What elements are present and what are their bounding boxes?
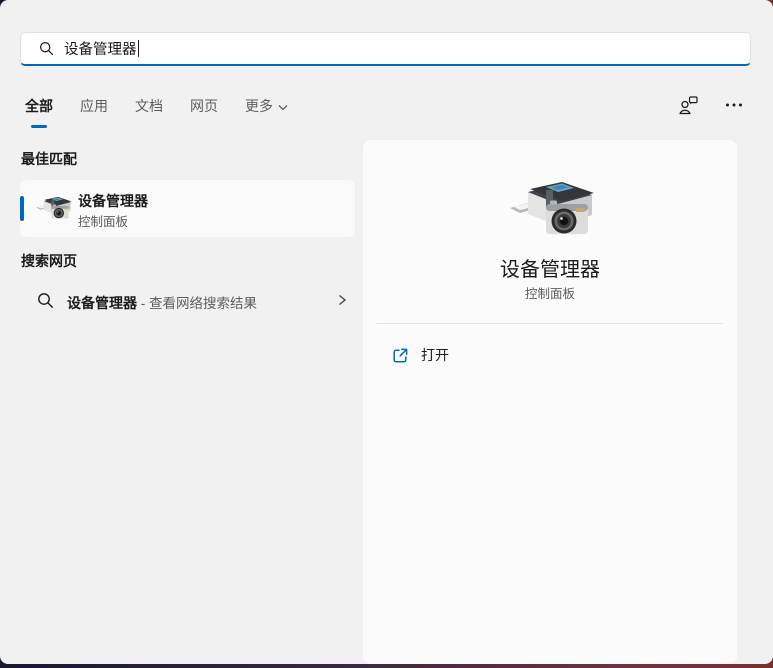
web-suggestion-text: 设备管理器 - 查看网络搜索结果 <box>67 295 257 311</box>
web-search-suggestion[interactable]: 设备管理器 - 查看网络搜索结果 <box>20 281 355 321</box>
preview-subtitle: 控制面板 <box>524 287 575 301</box>
open-action[interactable]: 打开 <box>377 337 723 373</box>
search-input[interactable]: 设备管理器 <box>20 32 751 66</box>
selection-accent-bar <box>20 196 24 221</box>
tab-more[interactable]: 更多 <box>245 96 288 120</box>
preview-pane: 设备管理器 控制面板 打开 <box>363 140 737 664</box>
more-options-icon[interactable] <box>723 94 745 116</box>
search-input-value: 设备管理器 <box>64 42 137 58</box>
chevron-right-icon <box>339 294 347 306</box>
tab-all[interactable]: 全部 <box>25 96 53 128</box>
tab-web[interactable]: 网页 <box>190 96 218 120</box>
open-action-label: 打开 <box>421 347 449 363</box>
search-filter-tabs: 全部 应用 文档 网页 更多 <box>25 96 288 128</box>
open-external-icon <box>393 348 408 363</box>
device-manager-icon <box>33 195 73 222</box>
search-flyout-window: 设备管理器 全部 应用 文档 网页 更多 最佳匹配 设备管理器 控制面板 搜索网… <box>0 0 773 664</box>
best-match-result-device-manager[interactable]: 设备管理器 控制面板 <box>20 180 355 237</box>
chevron-down-icon <box>278 98 288 114</box>
search-icon <box>39 41 54 56</box>
active-tab-underline <box>31 125 47 128</box>
web-search-header: 搜索网页 <box>21 253 77 269</box>
tab-documents[interactable]: 文档 <box>135 96 163 120</box>
result-title: 设备管理器 <box>78 193 148 209</box>
result-subtitle: 控制面板 <box>78 215 129 229</box>
search-icon <box>37 292 54 309</box>
preview-title: 设备管理器 <box>500 259 600 281</box>
device-manager-icon <box>502 178 598 242</box>
divider <box>377 323 723 324</box>
text-caret <box>137 40 139 57</box>
account-feedback-icon[interactable] <box>677 94 699 116</box>
tab-apps[interactable]: 应用 <box>80 96 108 120</box>
best-match-header: 最佳匹配 <box>21 151 77 167</box>
